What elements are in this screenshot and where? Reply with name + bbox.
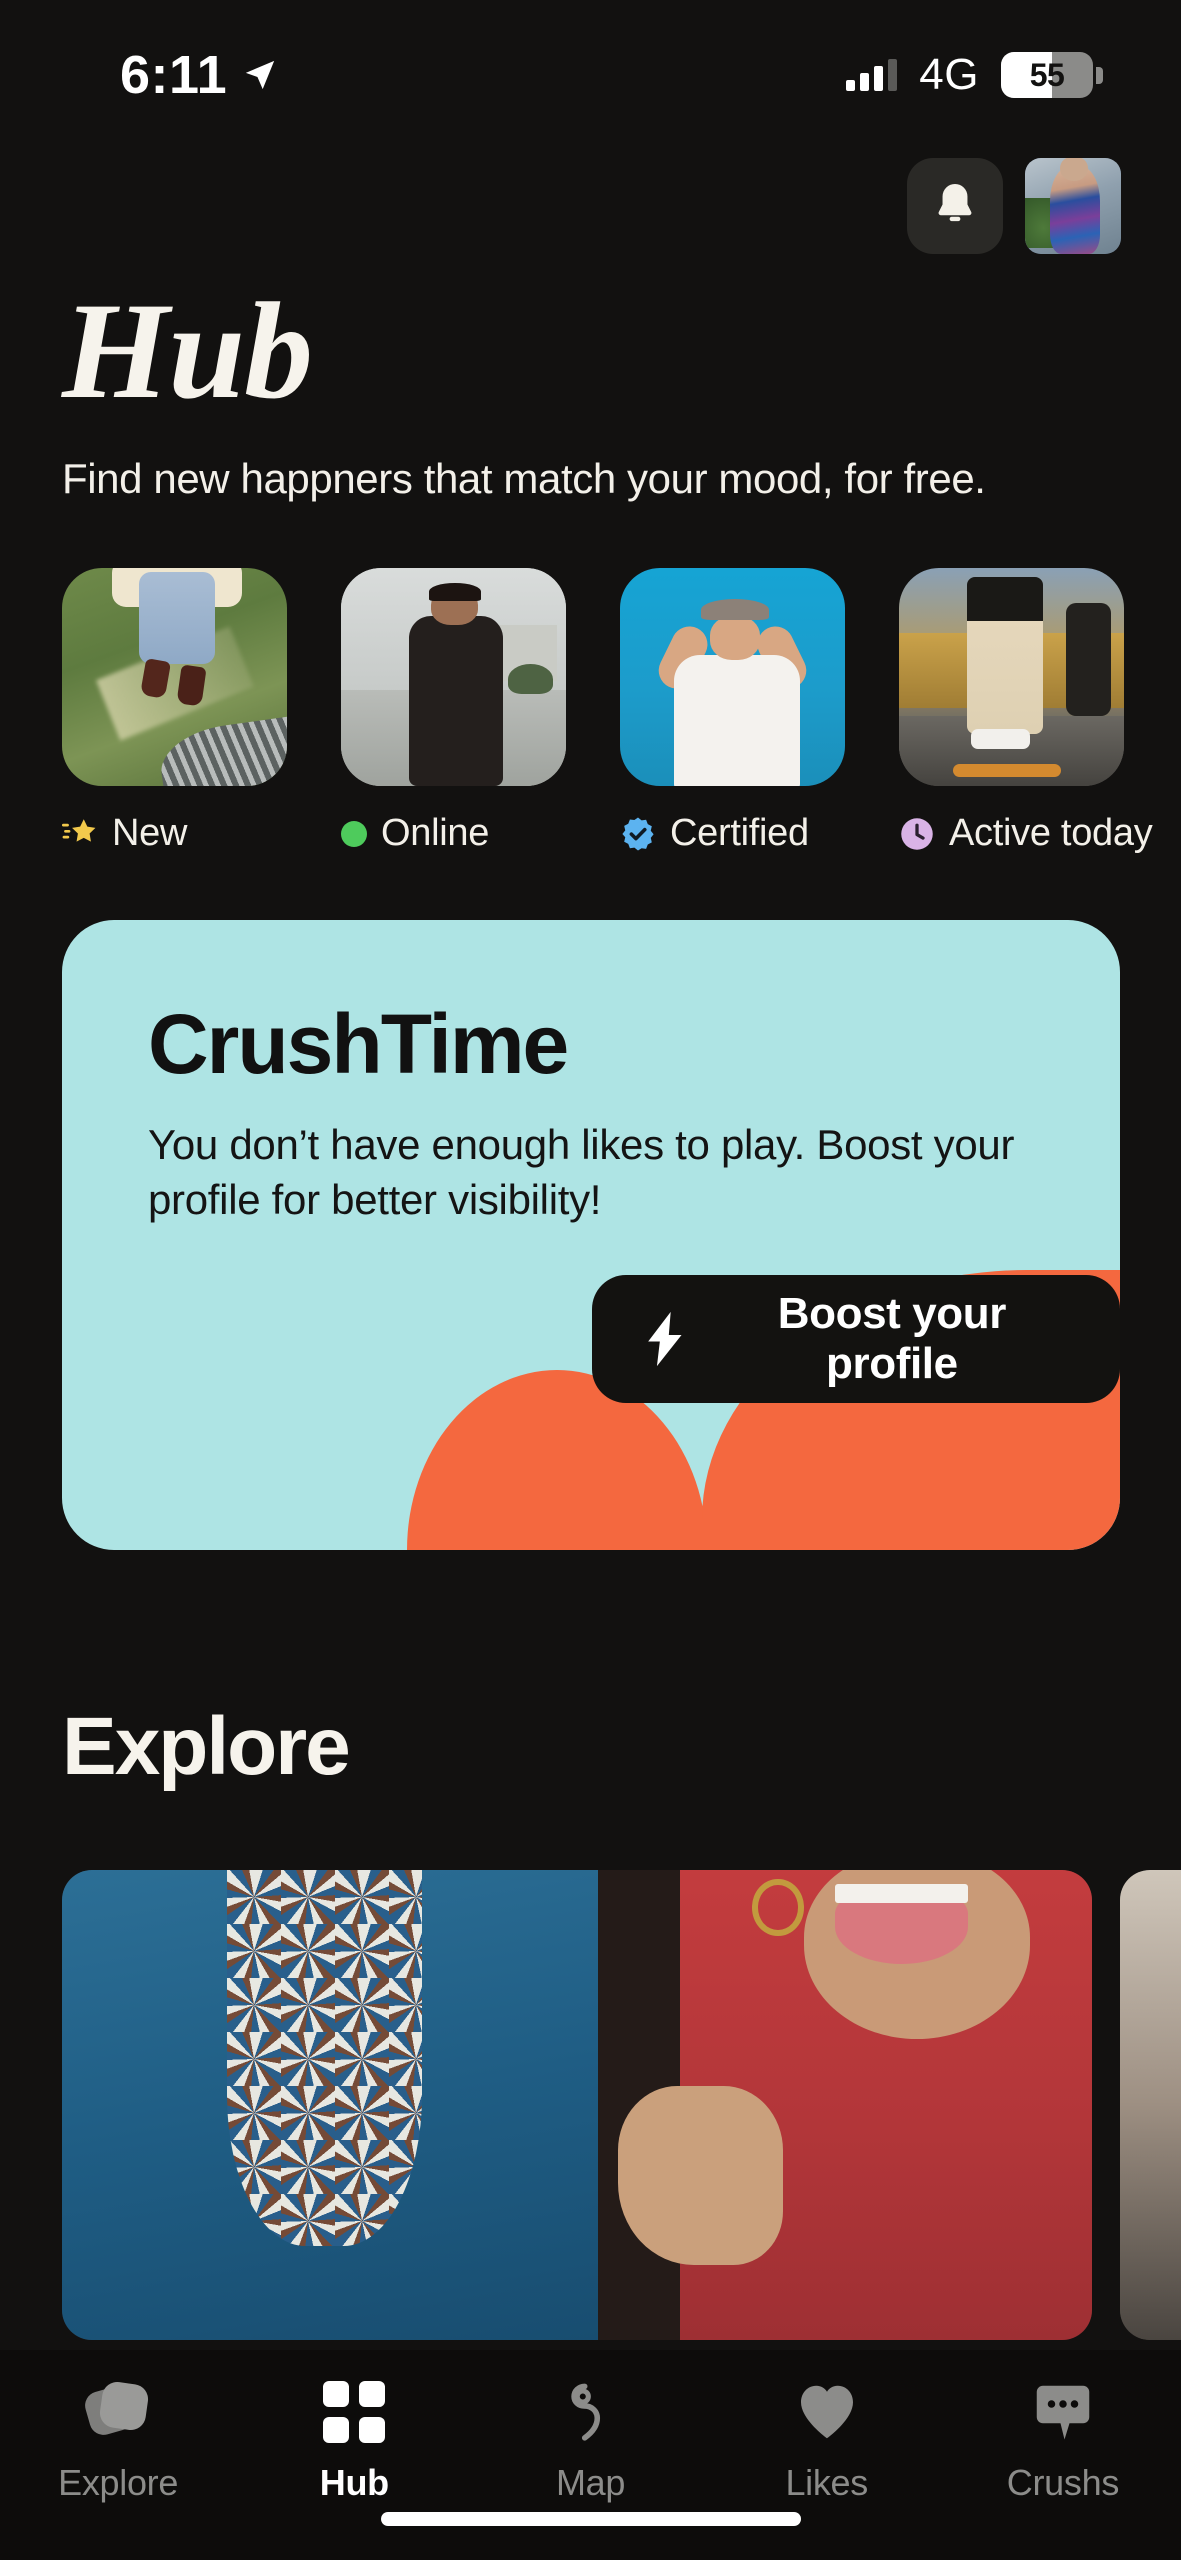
category-thumbnail [899, 568, 1124, 786]
nav-item-likes[interactable]: Likes [709, 2380, 945, 2504]
explore-photo-card[interactable] [62, 1870, 1092, 2340]
explore-photo-card-next[interactable] [1120, 1870, 1181, 2340]
nav-icon-wrapper [562, 2380, 620, 2444]
boost-button-label: Boost your profile [777, 1289, 1007, 1388]
category-label-row: Online [341, 812, 566, 855]
explore-heading: Explore [62, 1701, 351, 1792]
verified-badge-icon [622, 817, 654, 850]
chat-bubble-icon [1036, 2385, 1090, 2440]
category-label: Online [381, 812, 490, 854]
nav-icon-wrapper [797, 2380, 857, 2444]
explore-carousel[interactable] [62, 1870, 1181, 2340]
grid-icon [323, 2381, 386, 2443]
boost-profile-button[interactable]: Boost your profile [592, 1275, 1120, 1403]
location-arrow-icon [245, 60, 275, 90]
category-label-row: Active today [899, 812, 1153, 855]
category-label: Certified [670, 812, 809, 854]
cellular-signal-icon [846, 59, 898, 91]
green-dot-icon [341, 820, 367, 847]
category-card-active-today[interactable]: Active today [899, 568, 1153, 855]
nav-item-hub[interactable]: Hub [236, 2380, 472, 2504]
bottom-navigation: Explore Hub Map Likes Crushs [0, 2350, 1181, 2560]
network-type: 4G [919, 50, 979, 99]
lightning-bolt-icon [648, 1311, 682, 1367]
category-card-new[interactable]: New [62, 568, 287, 855]
status-bar-right: 4G 55 [846, 50, 1103, 100]
app-screen: 6:11 4G 55 Hub Find new happners that ma… [0, 0, 1181, 2560]
crushtime-title: CrushTime [148, 997, 569, 1091]
home-indicator[interactable] [380, 2512, 801, 2526]
nav-label: Map [555, 2462, 626, 2503]
nav-icon-wrapper [81, 2380, 151, 2444]
nav-item-explore[interactable]: Explore [0, 2380, 236, 2504]
nav-icon-wrapper [1033, 2380, 1093, 2444]
category-row: New Online Certified Active today [62, 568, 1181, 855]
battery-percent: 55 [1029, 56, 1065, 93]
battery-icon: 55 [1001, 52, 1093, 98]
category-label: New [112, 812, 188, 854]
category-thumbnail [62, 568, 287, 786]
nav-label: Crushs [1006, 2462, 1120, 2503]
heart-icon [800, 2385, 853, 2439]
crushtime-card[interactable]: CrushTime You don’t have enough likes to… [62, 920, 1120, 1550]
header-actions [907, 158, 1121, 254]
nav-label: Likes [785, 2462, 868, 2503]
nav-icon-wrapper [323, 2380, 386, 2444]
status-bar-left: 6:11 [120, 44, 277, 106]
page-title: Hub [62, 274, 313, 427]
clock-icon [901, 817, 933, 850]
status-time: 6:11 [120, 45, 228, 105]
nav-label: Explore [58, 2462, 179, 2503]
status-bar: 6:11 4G 55 [0, 0, 1181, 150]
page-subtitle: Find new happners that match your mood, … [62, 455, 986, 502]
category-label: Active today [949, 812, 1153, 854]
category-label-row: Certified [620, 812, 845, 855]
nav-label: Hub [319, 2462, 389, 2503]
category-label-row: New [62, 812, 287, 855]
category-card-certified[interactable]: Certified [620, 568, 845, 855]
cards-stack-icon [81, 2380, 151, 2443]
category-thumbnail [620, 568, 845, 786]
crushtime-description: You don’t have enough likes to play. Boo… [148, 1121, 1015, 1224]
category-thumbnail [341, 568, 566, 786]
shooting-star-icon [62, 818, 96, 842]
battery-indicator: 55 [1001, 52, 1103, 98]
bell-icon [938, 183, 972, 222]
nav-item-map[interactable]: Map [472, 2380, 708, 2504]
notifications-button[interactable] [907, 158, 1003, 254]
category-card-online[interactable]: Online [341, 568, 566, 855]
route-path-icon [570, 2383, 600, 2441]
nav-item-crushs[interactable]: Crushs [945, 2380, 1181, 2504]
avatar[interactable] [1025, 158, 1121, 254]
battery-tip [1096, 66, 1103, 84]
